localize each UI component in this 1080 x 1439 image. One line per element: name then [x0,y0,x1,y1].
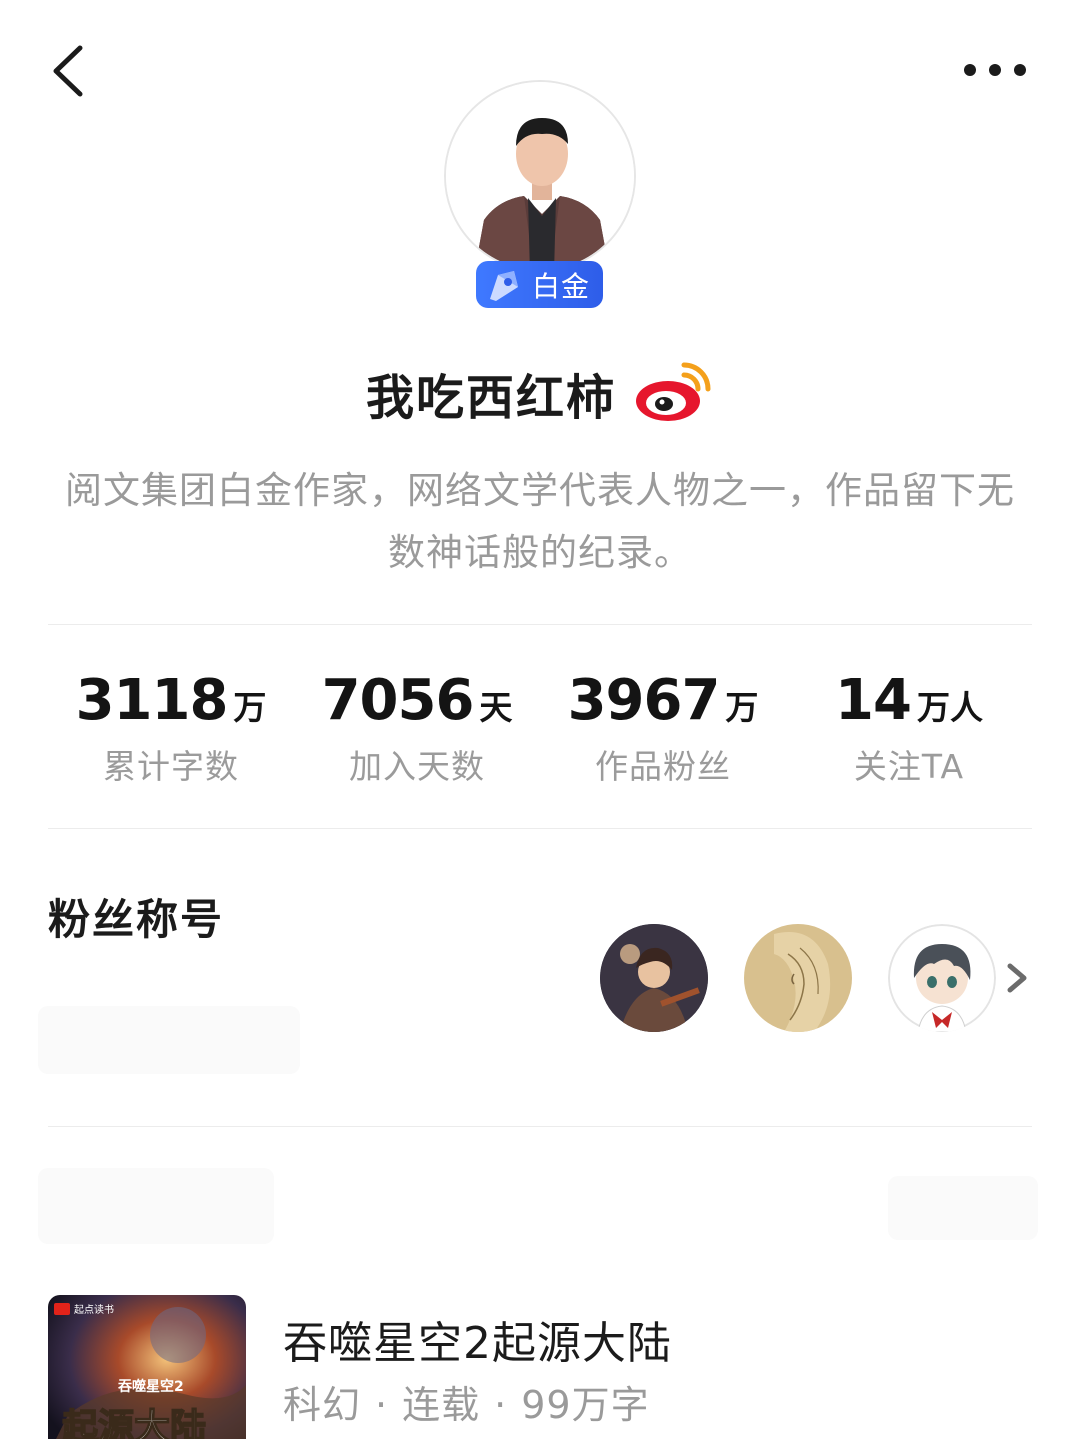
stat-value: 3967 [567,668,721,733]
author-photo [446,82,634,270]
fan-more-button[interactable] [1000,958,1034,998]
chevron-left-icon [53,45,83,97]
book-cover-image: 起点读书 吞噬星空2 起源大陆 [48,1295,246,1439]
author-name-row: 我吃西红柿 [0,355,1080,431]
fan-title-heading: 粉丝称号 [48,895,225,944]
stat-label: 累计字数 [103,747,239,786]
stat-label: 加入天数 [349,747,485,786]
weibo-icon[interactable] [634,361,714,425]
meta-separator: · [494,1383,508,1427]
back-button[interactable] [40,36,100,106]
fan-avatar-image [600,924,708,1032]
stat-followers[interactable]: 14 万人 关注TA [786,668,1032,788]
stat-work-fans: 3967 万 作品粉丝 [540,668,786,788]
fan-avatar-image [744,924,852,1032]
stat-label: 作品粉丝 [595,747,731,786]
meta-separator: · [375,1383,389,1427]
platinum-badge: 白金 [476,261,603,308]
divider [48,1126,1032,1127]
badge-label: 白金 [532,269,591,303]
stat-days-joined: 7056 天 加入天数 [294,668,540,788]
stat-label: 关注TA [853,747,965,786]
fan-avatar[interactable] [600,924,708,1032]
stat-value: 14 [835,668,912,733]
book-cover[interactable]: 起点读书 吞噬星空2 起源大陆 [48,1295,246,1439]
divider [48,624,1032,625]
author-bio: 阅文集团白金作家，网络文学代表人物之一，作品留下无数神话般的纪录。 [65,469,1015,574]
cover-title-text: 起源大陆 [62,1407,206,1439]
cover-series-text: 吞噬星空2 [118,1378,184,1395]
author-name: 我吃西红柿 [365,370,616,426]
more-button[interactable] [950,48,1040,92]
stats-row: 3118 万 累计字数 7056 天 加入天数 3967 万 作品粉丝 14 万… [48,668,1032,788]
loading-placeholder [38,1006,300,1074]
book-title[interactable]: 吞噬星空2起源大陆 [283,1307,672,1371]
divider [48,828,1032,829]
stat-unit: 万 [233,688,267,727]
book-meta: 科幻 · 连载 · 99万字 [283,1374,650,1429]
book-status: 连载 [402,1383,481,1427]
fan-avatar-image [888,924,996,1032]
loading-placeholder [38,1168,274,1244]
book-word-count: 99万字 [521,1383,650,1427]
fan-avatar[interactable] [888,924,996,1032]
stat-value: 7056 [321,668,475,733]
stat-total-words: 3118 万 累计字数 [48,668,294,788]
stat-value: 3118 [75,668,229,733]
loading-placeholder [888,1176,1038,1240]
author-avatar[interactable] [444,80,636,272]
fan-avatar[interactable] [744,924,852,1032]
stat-unit: 万 [725,688,759,727]
author-profile-page: 白金 我吃西红柿 阅文集团白金作家，网络文学代表人物之一，作品留下无数神话般的纪… [0,0,1080,1439]
book-genre: 科幻 [283,1383,362,1427]
chevron-right-icon [1007,963,1027,993]
stat-unit: 天 [479,688,513,727]
stat-unit: 万人 [916,688,983,727]
cover-badge-text: 起点读书 [74,1303,114,1316]
more-dots-icon [964,64,1026,76]
pen-nib-icon [476,261,532,308]
